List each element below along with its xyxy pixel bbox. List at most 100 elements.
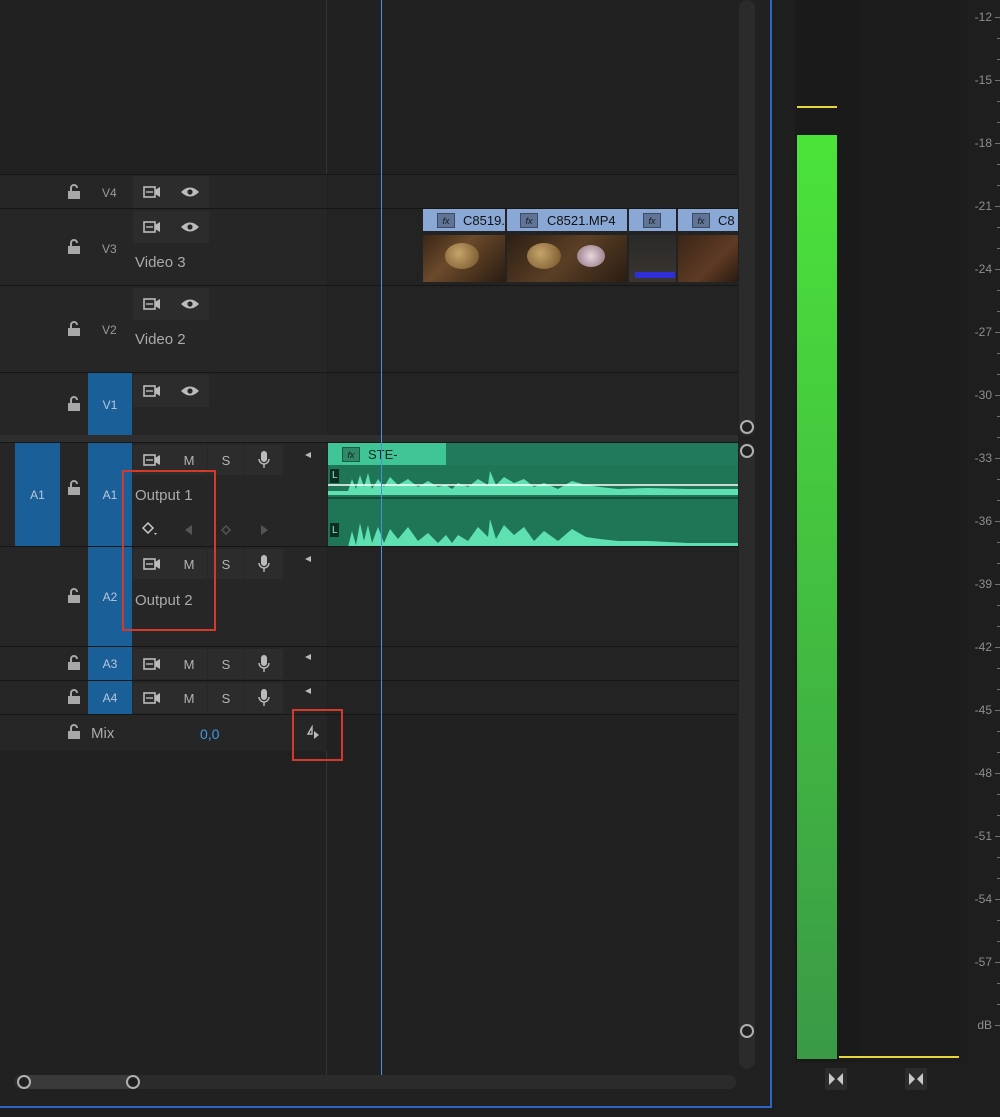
- meter-solo-icon: [829, 1073, 843, 1085]
- source-patch-a1[interactable]: A1: [15, 443, 60, 547]
- db-tick-label: -36: [974, 514, 992, 528]
- scrollbar-handle[interactable]: [740, 1024, 754, 1038]
- sync-lock-button[interactable]: [133, 683, 171, 713]
- sync-lock-button[interactable]: [133, 649, 171, 679]
- sync-lock-button[interactable]: [133, 375, 171, 407]
- voiceover-record-button[interactable]: [245, 683, 283, 713]
- track-label-v3[interactable]: V3: [102, 242, 117, 256]
- sync-lock-button[interactable]: [133, 211, 171, 243]
- playhead[interactable]: [381, 0, 382, 1075]
- lock-icon[interactable]: [67, 321, 81, 337]
- lock-icon[interactable]: [67, 239, 81, 255]
- solo-button[interactable]: S: [208, 649, 244, 679]
- track-label-v4[interactable]: V4: [102, 186, 117, 200]
- db-tick-label: -45: [974, 703, 992, 717]
- track-content-a2[interactable]: [328, 547, 738, 647]
- lock-icon[interactable]: [67, 655, 81, 671]
- track-name-v3[interactable]: Video 3: [135, 254, 186, 271]
- voiceover-record-button[interactable]: [245, 445, 283, 475]
- track-content-v4[interactable]: [328, 175, 738, 209]
- mic-icon: [258, 451, 270, 468]
- timeline-panel: V4 V3 Video 3 fx C8519. fx C8521.MP4 fx …: [0, 0, 772, 1108]
- track-target-a3[interactable]: A3: [88, 647, 132, 681]
- db-tick-mark: [995, 80, 1000, 81]
- lock-icon[interactable]: [67, 689, 81, 705]
- track-content-a4[interactable]: [328, 681, 738, 715]
- meter-solo-icon: [909, 1073, 923, 1085]
- horizontal-scrollbar-thumb[interactable]: [18, 1075, 134, 1089]
- timeline-empty-area: [0, 751, 738, 1075]
- voiceover-record-button[interactable]: [245, 649, 283, 679]
- track-content-mix[interactable]: [328, 715, 738, 751]
- track-header-a4: A4 M S: [0, 681, 327, 715]
- db-tick-label: -12: [974, 10, 992, 24]
- video-clip-2[interactable]: fx C8521.MP4: [507, 209, 627, 231]
- toggle-output-button[interactable]: [171, 288, 209, 320]
- header-divider: [326, 751, 327, 1075]
- track-name-v2[interactable]: Video 2: [135, 331, 186, 348]
- video-clip-1[interactable]: fx C8519.: [423, 209, 505, 231]
- video-vertical-scrollbar[interactable]: [739, 0, 755, 436]
- camera-icon: [143, 658, 160, 670]
- track-header-v2: V2 Video 2: [0, 286, 327, 373]
- collapse-arrow-icon[interactable]: [304, 451, 312, 459]
- fx-badge[interactable]: fx: [643, 213, 661, 228]
- track-a3: A3 M S: [0, 646, 738, 681]
- lock-icon[interactable]: [67, 724, 81, 740]
- toggle-output-button[interactable]: [171, 211, 209, 243]
- lock-icon[interactable]: [67, 588, 81, 604]
- db-tick-label: -15: [974, 73, 992, 87]
- video-clip-4[interactable]: fx C8: [678, 209, 738, 231]
- track-content-a3[interactable]: [328, 647, 738, 681]
- voiceover-record-button[interactable]: [245, 549, 283, 579]
- scrollbar-handle[interactable]: [126, 1075, 140, 1089]
- track-content-a1[interactable]: fx STE-025.wav L L: [328, 443, 738, 547]
- db-tick-mark: [995, 962, 1000, 963]
- track-content-v1[interactable]: [328, 373, 738, 436]
- mute-button[interactable]: M: [171, 683, 207, 713]
- db-tick-mark: [995, 17, 1000, 18]
- lock-icon[interactable]: [67, 184, 81, 200]
- fx-badge[interactable]: fx: [437, 213, 455, 228]
- horizontal-scrollbar[interactable]: [14, 1075, 736, 1089]
- solo-left-button[interactable]: [825, 1068, 847, 1090]
- db-tick-label: -24: [974, 262, 992, 276]
- sync-lock-button[interactable]: [133, 288, 171, 320]
- fx-badge[interactable]: fx: [342, 447, 360, 462]
- collapse-arrow-icon[interactable]: [304, 555, 312, 563]
- solo-right-button[interactable]: [905, 1068, 927, 1090]
- track-content-v3[interactable]: fx C8519. fx C8521.MP4 fx fx C8: [328, 209, 738, 286]
- track-header-a3: A3 M S: [0, 647, 327, 681]
- mute-button[interactable]: M: [171, 649, 207, 679]
- sync-lock-button[interactable]: [133, 176, 171, 208]
- lock-icon[interactable]: [67, 480, 81, 496]
- fx-badge[interactable]: fx: [692, 213, 710, 228]
- video-audio-divider[interactable]: [0, 435, 738, 442]
- scrollbar-handle[interactable]: [740, 444, 754, 458]
- mix-volume-value[interactable]: 0,0: [200, 726, 219, 742]
- track-content-v2[interactable]: [328, 286, 738, 373]
- audio-vertical-scrollbar[interactable]: [739, 443, 755, 1069]
- db-tick-label: -30: [974, 388, 992, 402]
- scrollbar-handle[interactable]: [17, 1075, 31, 1089]
- collapse-arrow-icon[interactable]: [304, 687, 312, 695]
- add-keyframe-icon[interactable]: [221, 525, 231, 535]
- track-target-a4[interactable]: A4: [88, 681, 132, 715]
- collapse-arrow-icon[interactable]: [304, 653, 312, 661]
- fx-badge[interactable]: fx: [520, 213, 538, 228]
- track-label-v2[interactable]: V2: [102, 323, 117, 337]
- panel-focus-border: [0, 1106, 772, 1108]
- scrollbar-handle[interactable]: [740, 420, 754, 434]
- solo-button[interactable]: S: [208, 683, 244, 713]
- db-tick-mark: [995, 836, 1000, 837]
- next-keyframe-icon[interactable]: [260, 524, 270, 536]
- camera-icon: [143, 385, 160, 397]
- track-target-v1[interactable]: V1: [88, 373, 132, 436]
- toggle-output-button[interactable]: [171, 176, 209, 208]
- audio-clip[interactable]: fx STE-025.wav L L: [328, 443, 738, 547]
- clip-thumbnail: [423, 235, 505, 282]
- video-clip-3[interactable]: fx: [629, 209, 676, 231]
- toggle-output-button[interactable]: [171, 375, 209, 407]
- lock-icon[interactable]: [67, 396, 81, 412]
- eye-icon: [181, 187, 199, 197]
